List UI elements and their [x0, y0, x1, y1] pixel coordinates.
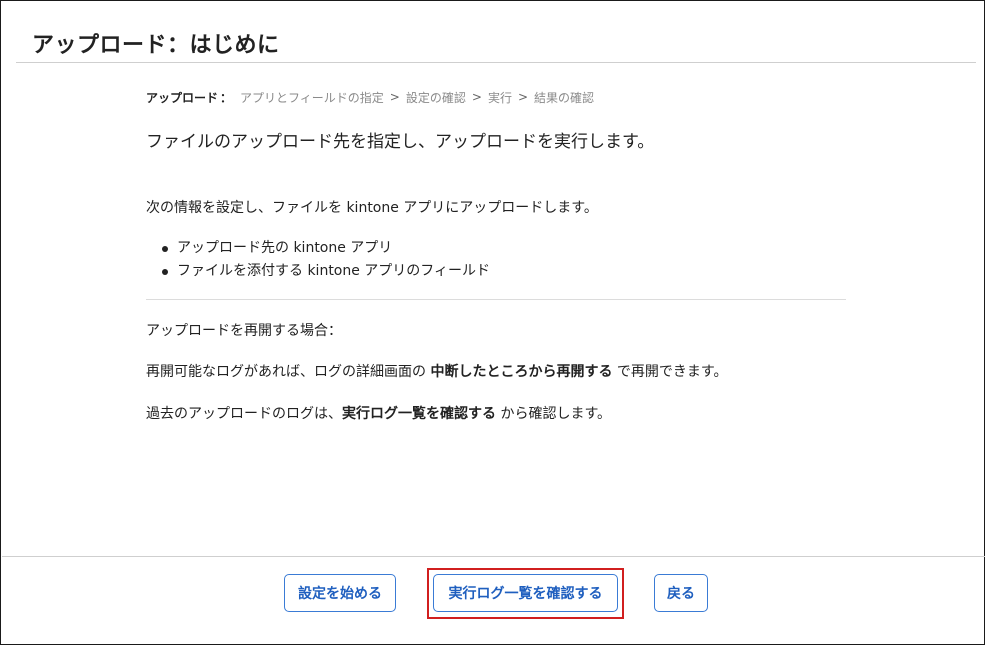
page-title: アップロード：はじめに	[32, 33, 280, 58]
resume-text-emphasis: 中断したところから再開する	[430, 364, 613, 380]
past-log-text-prefix: 過去のアップロードのログは、	[146, 406, 342, 422]
main-content: アップロード ： アプリとフィールドの指定 > 設定の確認 > 実行 > 結果の…	[146, 87, 846, 423]
resume-text: 再開可能なログがあれば、ログの詳細画面の 中断したところから再開する で再開でき…	[146, 361, 846, 381]
resume-heading: アップロードを再開する場合：	[146, 323, 342, 339]
view-run-logs-button[interactable]: 実行ログ一覧を確認する	[433, 574, 618, 612]
bullet-icon	[162, 246, 168, 252]
past-log-text-suffix: から確認します。	[496, 406, 612, 422]
intro-text: 次の情報を設定し、ファイルを kintone アプリにアップロードします。	[146, 200, 598, 216]
breadcrumb-colon: ：	[220, 90, 233, 105]
breadcrumb-separator-icon: >	[389, 90, 400, 104]
section-divider	[146, 299, 846, 300]
breadcrumb-separator-icon: >	[517, 90, 529, 104]
footer-divider	[2, 556, 985, 557]
breadcrumb: アップロード ： アプリとフィールドの指定 > 設定の確認 > 実行 > 結果の…	[146, 87, 846, 107]
lead-text: ファイルのアップロード先を指定し、アップロードを実行します。	[146, 132, 655, 152]
list-item-label: アップロード先の kintone アプリ	[177, 240, 393, 256]
past-log-text: 過去のアップロードのログは、実行ログ一覧を確認する から確認します。	[146, 403, 846, 423]
dialog-frame: アップロード：はじめに アップロード ： アプリとフィールドの指定 > 設定の確…	[0, 0, 985, 645]
start-settings-button[interactable]: 設定を始める	[284, 574, 396, 612]
list-item-label: ファイルを添付する kintone アプリのフィールド	[177, 263, 491, 279]
resume-text-prefix: 再開可能なログがあれば、ログの詳細画面の	[146, 364, 431, 380]
resume-text-suffix: で再開できます。	[612, 364, 728, 380]
breadcrumb-step-confirm: 設定の確認	[405, 90, 466, 105]
bullet-icon	[162, 269, 168, 275]
list-item: アップロード先の kintone アプリ	[146, 237, 846, 260]
breadcrumb-step-app-field: アプリとフィールドの指定	[240, 90, 384, 105]
title-divider	[16, 62, 976, 63]
breadcrumb-step-run: 実行	[487, 90, 512, 105]
info-list: アップロード先の kintone アプリ ファイルを添付する kintone ア…	[146, 237, 846, 283]
breadcrumb-step-result: 結果の確認	[534, 90, 595, 105]
breadcrumb-current: アップロード	[146, 90, 219, 105]
list-item: ファイルを添付する kintone アプリのフィールド	[146, 260, 846, 283]
past-log-text-emphasis: 実行ログ一覧を確認する	[342, 406, 496, 422]
back-button[interactable]: 戻る	[654, 574, 708, 612]
breadcrumb-separator-icon: >	[471, 90, 482, 104]
